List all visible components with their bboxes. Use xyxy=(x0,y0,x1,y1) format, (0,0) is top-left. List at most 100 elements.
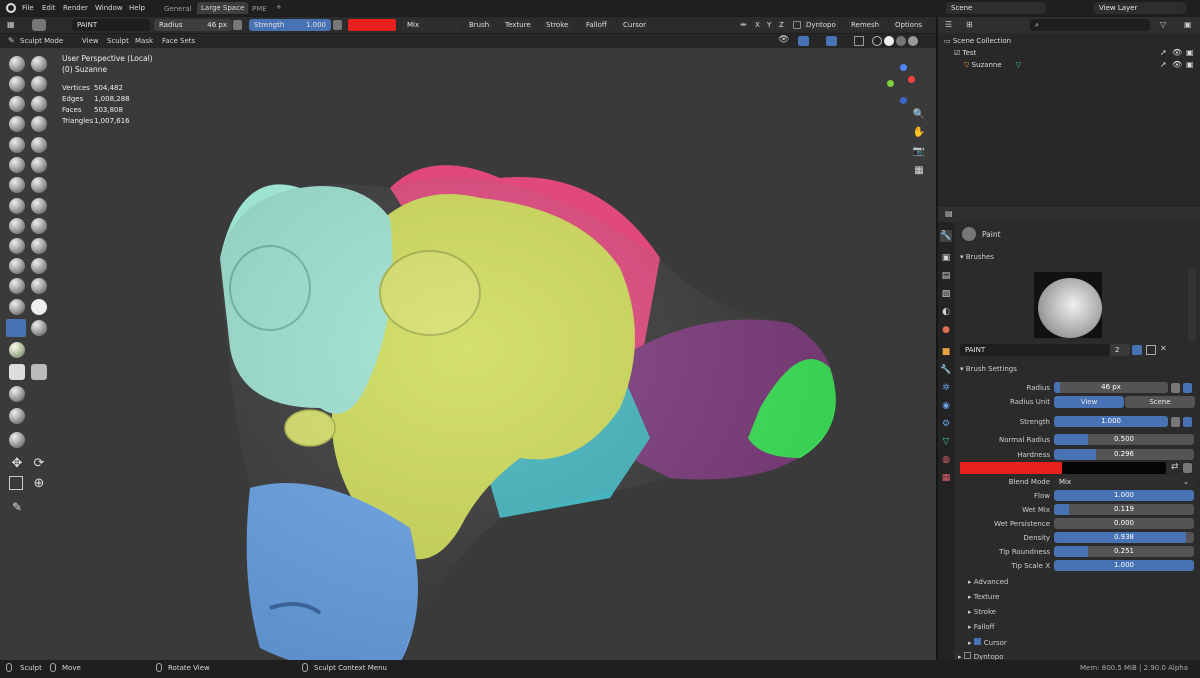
editor-type-icon[interactable]: ▦ xyxy=(7,20,19,30)
visibility-icon[interactable]: 👁 xyxy=(778,35,789,45)
output-tab-icon[interactable]: ▤ xyxy=(940,270,952,282)
simplify-brush-icon[interactable] xyxy=(31,299,47,315)
multiplane-scrape-brush-icon[interactable] xyxy=(31,177,47,193)
data-tab-icon[interactable]: ▽ xyxy=(940,436,952,448)
boundary-brush-icon[interactable] xyxy=(31,278,47,294)
tab-general[interactable]: General xyxy=(164,5,192,13)
zoom-icon[interactable]: 🔍 xyxy=(912,108,926,122)
fake-user-icon[interactable] xyxy=(1132,345,1142,355)
axis-x-dot[interactable] xyxy=(908,76,915,83)
3d-viewport[interactable]: ✥ ⟳ ⊕ ✎ User Perspective (Local) (0) Suz… xyxy=(0,48,936,671)
brush-preview[interactable] xyxy=(1034,272,1102,338)
viewport-menu-view[interactable]: View xyxy=(82,37,99,45)
inflate-brush-icon[interactable] xyxy=(9,116,25,132)
axis-z-dot[interactable] xyxy=(900,64,907,71)
options-menu[interactable]: Options xyxy=(892,20,926,30)
view-layer-tab-icon[interactable]: ▧ xyxy=(940,288,952,300)
cursor-menu[interactable]: Cursor xyxy=(620,20,650,30)
outliner-search[interactable]: ⌕ xyxy=(1030,19,1150,31)
scale-tool-icon[interactable] xyxy=(9,476,23,490)
blob-brush-icon[interactable] xyxy=(31,116,47,132)
select-arrow-icon[interactable]: ➚ xyxy=(1160,48,1167,57)
clay-thumb-brush-icon[interactable] xyxy=(9,96,25,112)
strength-slider[interactable]: 1.000 xyxy=(1054,416,1168,427)
cloth-filter-icon[interactable] xyxy=(9,408,25,424)
eye-icon[interactable]: 👁 xyxy=(1172,60,1182,69)
cursor-subpanel[interactable]: ▸ Cursor xyxy=(968,638,1007,647)
menu-window[interactable]: Window xyxy=(95,4,123,12)
secondary-color-swatch[interactable] xyxy=(1062,462,1166,474)
elastic-brush-icon[interactable] xyxy=(9,218,25,234)
flatten-brush-icon[interactable] xyxy=(9,157,25,173)
unlink-brush-icon[interactable]: ✕ xyxy=(1160,344,1167,353)
material-shading-icon[interactable] xyxy=(896,36,906,46)
snake-hook-brush-icon[interactable] xyxy=(31,218,47,234)
dyntopo-checkbox[interactable] xyxy=(793,21,801,29)
wireframe-shading-icon[interactable] xyxy=(872,36,882,46)
eye-icon[interactable]: 👁 xyxy=(1172,48,1182,57)
layer-brush-icon[interactable] xyxy=(31,96,47,112)
pressure-icon[interactable] xyxy=(1171,383,1180,393)
filter-display-icon[interactable]: ⊞ xyxy=(966,20,973,29)
suzanne-mesh[interactable] xyxy=(200,108,860,678)
move-tool-icon[interactable]: ✥ xyxy=(9,456,25,472)
filter-icon[interactable]: ▽ xyxy=(1160,20,1166,29)
brush-settings-header[interactable]: ▾ Brush Settings xyxy=(960,365,1017,373)
box-hide-icon[interactable] xyxy=(31,364,47,380)
axis-y-toggle[interactable]: Y xyxy=(764,20,775,30)
axis-neg-z-dot[interactable] xyxy=(900,97,907,104)
brush-menu[interactable]: Brush xyxy=(466,20,493,30)
add-workspace-button[interactable]: + xyxy=(276,3,282,11)
color-swatch[interactable] xyxy=(348,19,396,31)
rendered-shading-icon[interactable] xyxy=(908,36,918,46)
nudge-brush-icon[interactable] xyxy=(9,258,25,274)
normal-radius-slider[interactable]: 0.500 xyxy=(1054,434,1194,445)
pan-hand-icon[interactable]: ✋ xyxy=(912,126,926,140)
wet-mix-slider[interactable]: 0.119 xyxy=(1054,504,1194,515)
brush-datablock-name[interactable]: PAINT xyxy=(960,344,1110,356)
camera-visibility-icon[interactable]: ▣ xyxy=(1186,60,1194,69)
dyntopo-menu[interactable]: Dyntopo xyxy=(803,20,839,30)
stroke-menu[interactable]: Stroke xyxy=(543,20,572,30)
smear-brush-icon[interactable] xyxy=(31,320,47,336)
world-tab-icon[interactable]: ● xyxy=(940,324,952,336)
strength-field[interactable]: Strength 1.000 xyxy=(249,19,331,31)
pose-brush-icon[interactable] xyxy=(31,238,47,254)
brush-users-count[interactable]: 2 xyxy=(1110,344,1130,356)
falloff-menu[interactable]: Falloff xyxy=(583,20,610,30)
flow-slider[interactable]: 1.000 xyxy=(1054,490,1194,501)
radius-field[interactable]: Radius 46 px xyxy=(154,19,232,31)
outliner-row-scene-collection[interactable]: ▭ Scene Collection xyxy=(944,37,1011,45)
outliner-editor-icon[interactable]: ☰ xyxy=(945,20,952,29)
checkbox-icon[interactable]: ☑ xyxy=(954,49,963,57)
brush-thumbnail-icon[interactable] xyxy=(32,19,46,31)
stroke-subpanel[interactable]: ▸ Stroke xyxy=(968,608,996,616)
constraints-tab-icon[interactable]: ⚙ xyxy=(940,418,952,430)
rotate-brush-icon[interactable] xyxy=(31,258,47,274)
render-tab-icon[interactable]: ▣ xyxy=(940,252,952,264)
camera-icon[interactable]: 📷 xyxy=(912,145,926,159)
texture-tab-icon[interactable]: ▦ xyxy=(940,472,952,484)
radius-unit-view[interactable]: View xyxy=(1054,396,1124,408)
grab-brush-icon[interactable] xyxy=(31,198,47,214)
pressure-icon[interactable] xyxy=(1171,417,1180,427)
strength-link-icon[interactable] xyxy=(1183,417,1192,427)
properties-editor-icon[interactable]: ▤ xyxy=(945,209,953,218)
radius-link-icon[interactable] xyxy=(1183,383,1192,393)
duplicate-brush-icon[interactable] xyxy=(1146,345,1156,355)
clay-brush-icon[interactable] xyxy=(9,76,25,92)
transform-tool-icon[interactable]: ⊕ xyxy=(31,476,47,492)
brushes-panel-header[interactable]: ▾ Brushes xyxy=(960,253,994,261)
falloff-subpanel[interactable]: ▸ Falloff xyxy=(968,623,994,631)
menu-render[interactable]: Render xyxy=(63,4,88,12)
advanced-subpanel[interactable]: ▸ Advanced xyxy=(968,578,1008,586)
mirror-icon[interactable]: ⇹ xyxy=(740,20,750,30)
camera-visibility-icon[interactable]: ▣ xyxy=(1186,48,1194,57)
overlay-toggle-icon[interactable] xyxy=(826,36,837,46)
blend-mode-dropdown[interactable]: Mix ⌄ xyxy=(1054,476,1194,488)
rotate-tool-icon[interactable]: ⟳ xyxy=(31,456,47,472)
axis-x-toggle[interactable]: X xyxy=(752,20,763,30)
swap-colors-icon[interactable]: ⇄ xyxy=(1171,462,1179,472)
pinch-brush-icon[interactable] xyxy=(9,198,25,214)
blend-dropdown[interactable]: Mix xyxy=(402,19,460,31)
